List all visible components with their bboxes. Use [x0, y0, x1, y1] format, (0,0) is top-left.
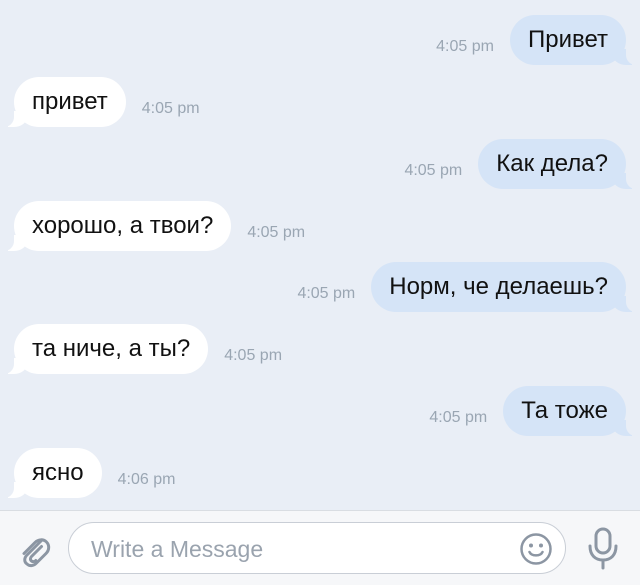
message-text: ясно [32, 459, 84, 486]
paperclip-icon [22, 538, 51, 568]
message-timestamp: 4:06 pm [117, 471, 176, 488]
message-row: ясно 4:06 pm [0, 447, 640, 499]
message-list[interactable]: 4:05 pm Привет привет 4:05 pm 4:05 pm Ка… [0, 0, 640, 510]
message-text: та ниче, а ты? [32, 335, 191, 362]
message-timestamp: 4:05 pm [429, 409, 488, 426]
attach-button[interactable] [14, 531, 54, 571]
emoji-icon[interactable] [519, 532, 553, 566]
message-row: 4:05 pm Как дела? [0, 138, 640, 190]
message-input-box[interactable] [68, 522, 566, 574]
message-timestamp: 4:05 pm [247, 224, 306, 241]
outgoing-message-bubble[interactable]: Привет [509, 15, 640, 65]
message-row: 4:05 pm Привет [0, 14, 640, 66]
microphone-icon[interactable] [583, 526, 623, 572]
message-timestamp: 4:05 pm [297, 285, 356, 302]
message-text: Норм, че делаешь? [389, 273, 608, 300]
incoming-message-bubble[interactable]: привет [0, 77, 126, 127]
message-text: Как дела? [496, 150, 608, 177]
incoming-message-bubble[interactable]: ясно [0, 448, 102, 498]
message-text: привет [32, 88, 108, 115]
message-input[interactable] [91, 531, 491, 567]
message-timestamp: 4:05 pm [404, 162, 463, 179]
message-timestamp: 4:05 pm [141, 100, 200, 117]
outgoing-message-bubble[interactable]: Как дела? [478, 139, 640, 189]
message-timestamp: 4:05 pm [436, 38, 494, 55]
message-row: 4:05 pm Норм, че делаешь? [0, 261, 640, 313]
message-row: та ниче, а ты? 4:05 pm [0, 323, 640, 375]
message-text: Привет [527, 26, 608, 53]
outgoing-message-bubble[interactable]: Та тоже [503, 386, 640, 436]
incoming-message-bubble[interactable]: та ниче, а ты? [0, 324, 209, 374]
message-timestamp: 4:05 pm [224, 347, 283, 364]
message-row: привет 4:05 pm [0, 76, 640, 128]
message-text: Та тоже [521, 397, 608, 424]
message-row: 4:05 pm Та тоже [0, 385, 640, 437]
message-row: хорошо, а твои? 4:05 pm [0, 200, 640, 252]
incoming-message-bubble[interactable]: хорошо, а твои? [0, 201, 232, 251]
outgoing-message-bubble[interactable]: Норм, че делаешь? [371, 262, 640, 312]
message-composer [0, 510, 640, 585]
message-text: хорошо, а твои? [32, 212, 214, 239]
